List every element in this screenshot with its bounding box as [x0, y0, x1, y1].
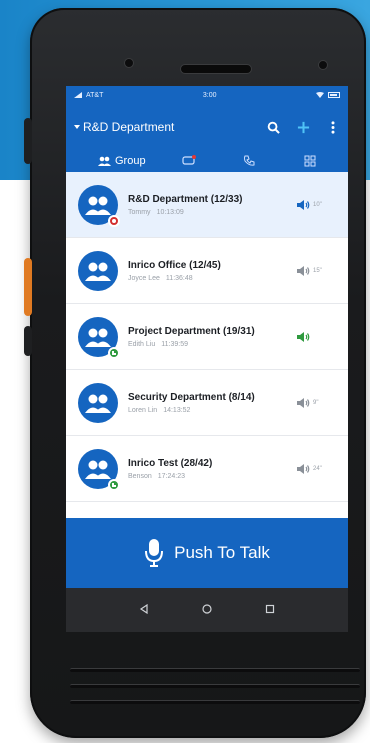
speaker-icon [297, 463, 310, 474]
group-selector[interactable]: R&D Department [74, 120, 266, 134]
status-time: 3:00 [202, 91, 217, 99]
push-to-talk-button[interactable]: Push To Talk [66, 518, 348, 588]
group-avatar-icon [85, 460, 111, 479]
last-speaker: Edith Liu [128, 340, 156, 348]
group-list: R&D Department (12/33) Tommy 10:13:09 10" In… [66, 172, 348, 502]
avatar [78, 316, 120, 359]
group-avatar-icon [85, 262, 111, 281]
last-speaker: Joyce Lee [128, 274, 160, 282]
search-icon [267, 121, 280, 134]
last-speaker: Tommy [128, 208, 151, 216]
home-icon [202, 604, 212, 614]
group-name: Project Department (19/31) [128, 325, 255, 337]
tab-chat[interactable] [159, 150, 220, 172]
speaker-icon [297, 331, 310, 342]
list-item[interactable]: Security Department (8/14) Loren Lin 14:13… [66, 370, 348, 436]
speaker-icon [297, 199, 310, 210]
group-avatar-icon [85, 196, 111, 215]
add-icon [297, 121, 309, 133]
tab-group[interactable]: Group [74, 150, 159, 172]
last-speaker: Benson [128, 472, 152, 480]
phone-screen: AT&T 3:00 R&D Department Group R&D Depar… [66, 86, 348, 632]
avatar [78, 250, 118, 291]
last-time: 11:36:48 [165, 274, 193, 282]
phone-small-icon [112, 350, 116, 355]
grid-icon [304, 155, 316, 167]
duration-label: 9" [313, 399, 319, 406]
duration-label: 24" [313, 465, 322, 472]
speaker-grille [70, 668, 360, 672]
tab-phone[interactable] [219, 150, 280, 172]
search-button[interactable] [266, 120, 280, 134]
list-item[interactable]: Project Department (19/31) Edith Liu 11:39… [66, 304, 348, 370]
recent-apps-icon [266, 604, 275, 614]
stop-icon [112, 218, 116, 223]
battery-icon [328, 92, 340, 98]
last-speaker: Loren Lin [128, 406, 158, 414]
list-item[interactable]: R&D Department (12/33) Tommy 10:13:09 10" [66, 172, 348, 238]
group-name: Inrico Test (28/42) [128, 457, 213, 469]
avatar [78, 184, 120, 227]
status-bar: AT&T 3:00 [66, 86, 348, 104]
group-name: R&D Department (12/33) [128, 193, 243, 205]
last-time: 17:24:23 [157, 472, 185, 480]
tab-bar: Group [66, 150, 348, 172]
duration-label: 10" [313, 201, 322, 208]
home-button[interactable] [202, 601, 212, 619]
push-to-talk-label: Push To Talk [174, 543, 270, 562]
last-time: 10:13:09 [156, 208, 184, 216]
carrier-label: AT&T [86, 91, 104, 99]
group-avatar-icon [85, 328, 111, 347]
earpiece [180, 64, 252, 74]
more-button[interactable] [326, 120, 340, 134]
app-title: R&D Department [83, 120, 175, 134]
front-camera [318, 60, 328, 70]
group-name: Inrico Office (12/45) [128, 259, 221, 271]
speaker-grille [70, 700, 360, 704]
last-time: 14:13:52 [163, 406, 191, 414]
back-icon [139, 603, 148, 615]
wifi-icon [316, 92, 324, 98]
app-bar: R&D Department [66, 104, 348, 150]
speaker-icon [297, 397, 310, 408]
add-button[interactable] [296, 120, 310, 134]
navigation-bar [66, 588, 348, 632]
speaker-grille [70, 684, 360, 688]
group-name: Security Department (8/14) [128, 391, 255, 403]
group-icon [98, 156, 111, 166]
phone-small-icon [112, 482, 116, 487]
list-item[interactable]: Inrico Test (28/42) Benson 17:24:23 24" [66, 436, 348, 502]
duration-label: 15" [313, 267, 322, 274]
front-sensor [124, 58, 134, 68]
chat-icon [182, 155, 196, 165]
dropdown-arrow-icon [74, 125, 80, 129]
status-badge [108, 346, 120, 359]
tab-group-label: Group [115, 155, 146, 167]
more-vert-icon [331, 120, 335, 134]
last-time: 11:39:59 [161, 340, 188, 348]
side-key-lower[interactable] [24, 326, 32, 356]
status-badge [108, 478, 120, 491]
status-badge [108, 214, 120, 227]
group-avatar-icon [85, 394, 111, 413]
speaker-icon [297, 265, 310, 276]
avatar [78, 448, 120, 491]
microphone-icon [145, 539, 164, 567]
side-key-top[interactable] [24, 118, 32, 164]
ptt-side-key[interactable] [24, 258, 32, 316]
phone-icon [244, 155, 255, 166]
signal-icon [74, 92, 82, 98]
list-item[interactable]: Inrico Office (12/45) Joyce Lee 11:36:48 15… [66, 238, 348, 304]
tab-apps[interactable] [280, 150, 341, 172]
recent-apps-button[interactable] [265, 601, 275, 619]
back-button[interactable] [139, 601, 149, 619]
avatar [78, 382, 118, 423]
